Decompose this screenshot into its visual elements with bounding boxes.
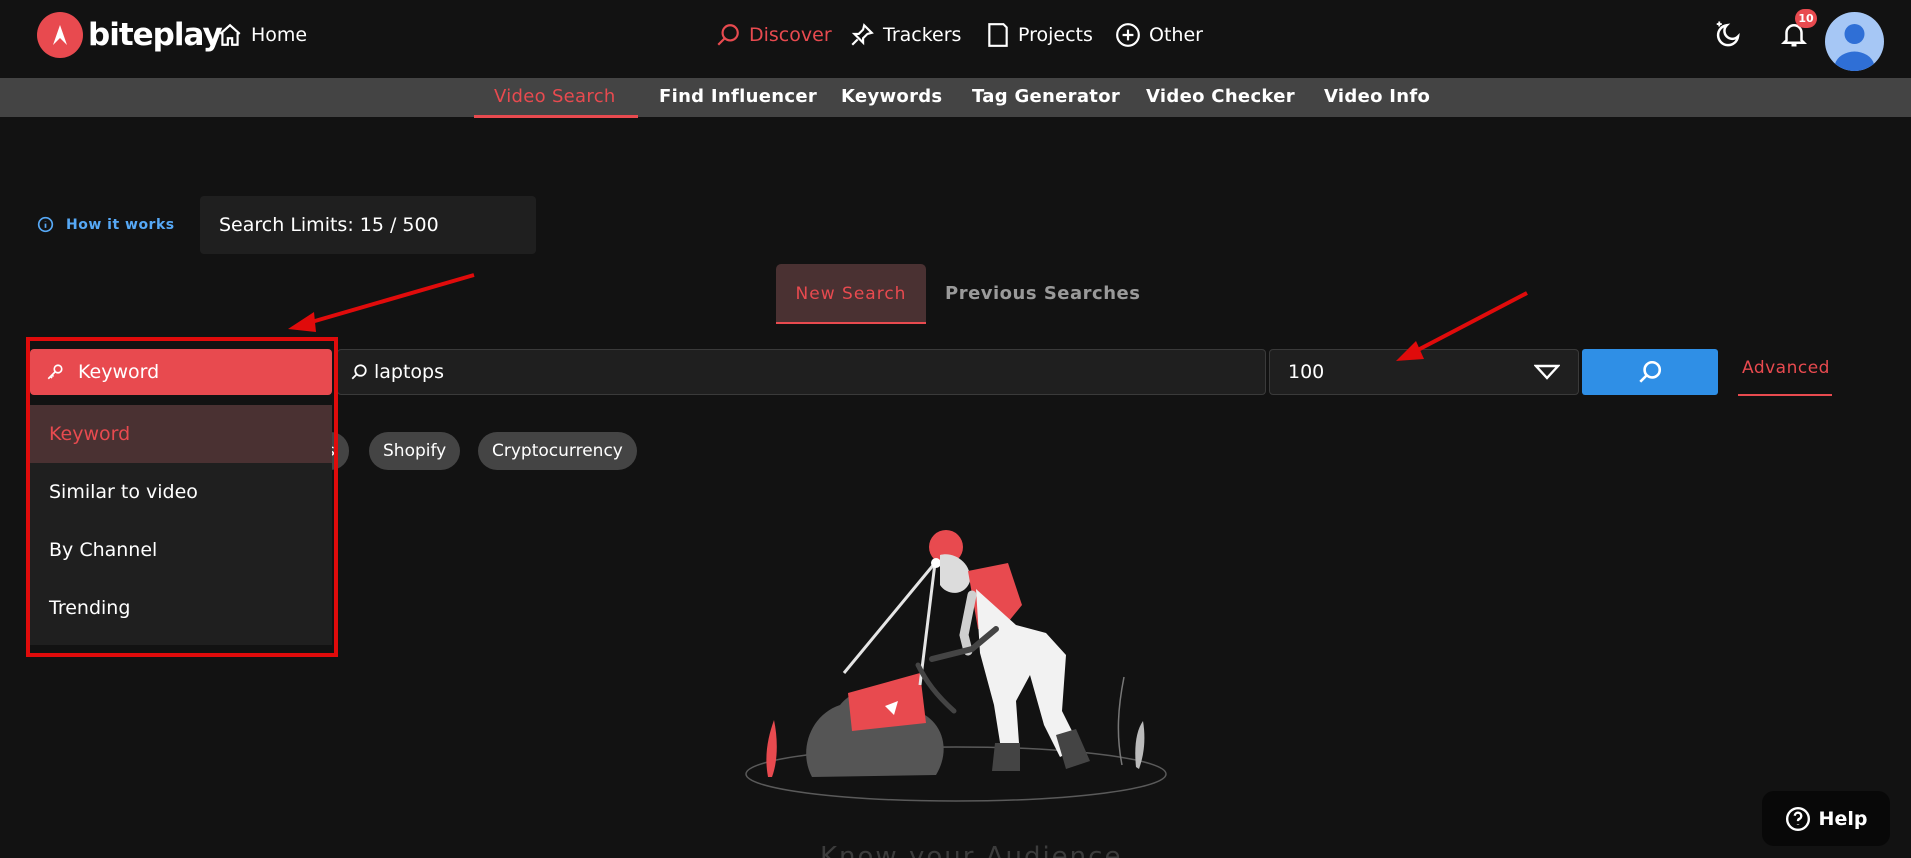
annotation-arrow-left — [288, 273, 475, 332]
empty-state-tagline: Know your Audience — [820, 842, 1123, 858]
question-circle-icon — [1785, 806, 1810, 831]
empty-state-illustration — [745, 530, 1167, 802]
help-button[interactable]: Help — [1762, 791, 1890, 846]
help-label: Help — [1818, 807, 1868, 830]
annotation-arrow-right — [1396, 291, 1528, 361]
